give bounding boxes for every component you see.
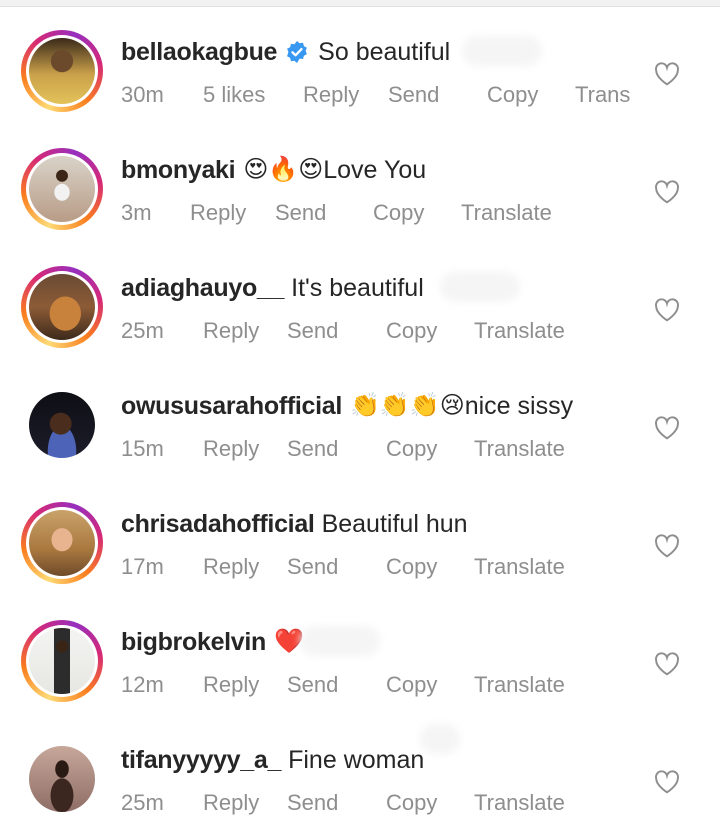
- reply-button[interactable]: Reply: [190, 200, 246, 226]
- send-button[interactable]: Send: [287, 554, 338, 580]
- comment-time: 25m: [121, 790, 164, 815]
- translate-button[interactable]: Translate: [474, 436, 565, 462]
- avatar[interactable]: [21, 30, 103, 112]
- comment-username[interactable]: tifanyyyyy_a_: [121, 744, 281, 776]
- blurred-region: [462, 36, 542, 66]
- comment-item: adiaghauyo__ It's beautiful 25m Reply Se…: [0, 244, 720, 362]
- avatar[interactable]: [21, 502, 103, 584]
- avatar[interactable]: [21, 384, 103, 466]
- send-button[interactable]: Send: [287, 672, 338, 698]
- comment-text: Love You: [323, 156, 427, 184]
- send-button[interactable]: Send: [287, 790, 338, 816]
- avatar[interactable]: [21, 738, 103, 820]
- reply-button[interactable]: Reply: [203, 318, 259, 344]
- comment-item: bellaokagbue So beautiful 30m 5 likes Re…: [0, 8, 720, 126]
- comment-text: Beautiful hun: [321, 510, 468, 538]
- comment-meta: 30m 5 likes Reply Send Copy Trans: [121, 82, 641, 110]
- avatar[interactable]: [21, 148, 103, 230]
- comment-text: Fine woman: [288, 746, 425, 774]
- verified-badge-icon: [287, 41, 308, 63]
- like-heart-icon[interactable]: [654, 62, 680, 86]
- translate-button[interactable]: Translate: [474, 318, 565, 344]
- copy-button[interactable]: Copy: [386, 436, 437, 462]
- comment-meta: 3m Reply Send Copy Translate: [121, 200, 641, 228]
- comment-username[interactable]: bmonyaki: [121, 154, 236, 186]
- comment-item: bmonyaki 😍🔥😍 Love You 3m Reply Send Copy…: [0, 126, 720, 244]
- avatar[interactable]: [21, 266, 103, 348]
- comment-text: It's beautiful: [291, 274, 424, 302]
- like-heart-icon[interactable]: [654, 180, 680, 204]
- copy-button[interactable]: Copy: [386, 672, 437, 698]
- copy-button[interactable]: Copy: [487, 82, 538, 108]
- emoji-reaction: 😍🔥😍: [243, 156, 324, 183]
- send-button[interactable]: Send: [287, 436, 338, 462]
- comment-username[interactable]: bigbrokelvin: [121, 626, 266, 658]
- reply-button[interactable]: Reply: [203, 790, 259, 816]
- reply-button[interactable]: Reply: [203, 672, 259, 698]
- translate-button[interactable]: Translate: [474, 672, 565, 698]
- comment-meta: 12m Reply Send Copy Translate: [121, 672, 641, 700]
- comment-text: nice sissy: [464, 392, 574, 420]
- avatar[interactable]: [21, 620, 103, 702]
- comment-meta: 25m Reply Send Copy Translate: [121, 318, 641, 346]
- comment-time: 17m: [121, 554, 164, 579]
- reply-button[interactable]: Reply: [303, 82, 359, 108]
- blurred-region: [440, 272, 520, 302]
- blurred-region: [420, 724, 460, 754]
- like-heart-icon[interactable]: [654, 652, 680, 676]
- comment-time: 30m: [121, 82, 164, 107]
- send-button[interactable]: Send: [388, 82, 439, 108]
- top-divider: [0, 0, 720, 7]
- comment-meta: 17m Reply Send Copy Translate: [121, 554, 641, 582]
- comment-time: 3m: [121, 200, 152, 225]
- comment-item: owususarahofficial 👏👏👏😢 nice sissy 15m R…: [0, 362, 720, 480]
- copy-button[interactable]: Copy: [373, 200, 424, 226]
- comment-text: So beautiful: [318, 38, 451, 66]
- comment-time: 15m: [121, 436, 164, 461]
- translate-button[interactable]: Translate: [474, 790, 565, 816]
- send-button[interactable]: Send: [275, 200, 326, 226]
- translate-button[interactable]: Trans: [575, 82, 630, 108]
- like-heart-icon[interactable]: [654, 534, 680, 558]
- comment-time: 25m: [121, 318, 164, 343]
- comment-username[interactable]: owususarahofficial: [121, 390, 342, 422]
- comment-meta: 25m Reply Send Copy Translate: [121, 790, 641, 818]
- blurred-region: [300, 626, 380, 656]
- like-heart-icon[interactable]: [654, 298, 680, 322]
- comment-username[interactable]: adiaghauyo__: [121, 272, 284, 304]
- emoji-reaction: 👏👏👏😢: [350, 392, 465, 419]
- like-heart-icon[interactable]: [654, 416, 680, 440]
- comment-username[interactable]: bellaokagbue: [121, 36, 277, 68]
- likes-count[interactable]: 5 likes: [203, 82, 265, 108]
- translate-button[interactable]: Translate: [474, 554, 565, 580]
- copy-button[interactable]: Copy: [386, 554, 437, 580]
- reply-button[interactable]: Reply: [203, 554, 259, 580]
- copy-button[interactable]: Copy: [386, 790, 437, 816]
- comment-item: tifanyyyyy_a_ Fine woman 25m Reply Send …: [0, 716, 720, 823]
- send-button[interactable]: Send: [287, 318, 338, 344]
- comment-time: 12m: [121, 672, 164, 697]
- comment-username[interactable]: chrisadahofficial: [121, 508, 315, 540]
- comment-item: bigbrokelvin ❤️ 12m Reply Send Copy Tran…: [0, 598, 720, 716]
- like-heart-icon[interactable]: [654, 770, 680, 794]
- translate-button[interactable]: Translate: [461, 200, 552, 226]
- comment-item: chrisadahofficial Beautiful hun 17m Repl…: [0, 480, 720, 598]
- comment-meta: 15m Reply Send Copy Translate: [121, 436, 641, 464]
- reply-button[interactable]: Reply: [203, 436, 259, 462]
- copy-button[interactable]: Copy: [386, 318, 437, 344]
